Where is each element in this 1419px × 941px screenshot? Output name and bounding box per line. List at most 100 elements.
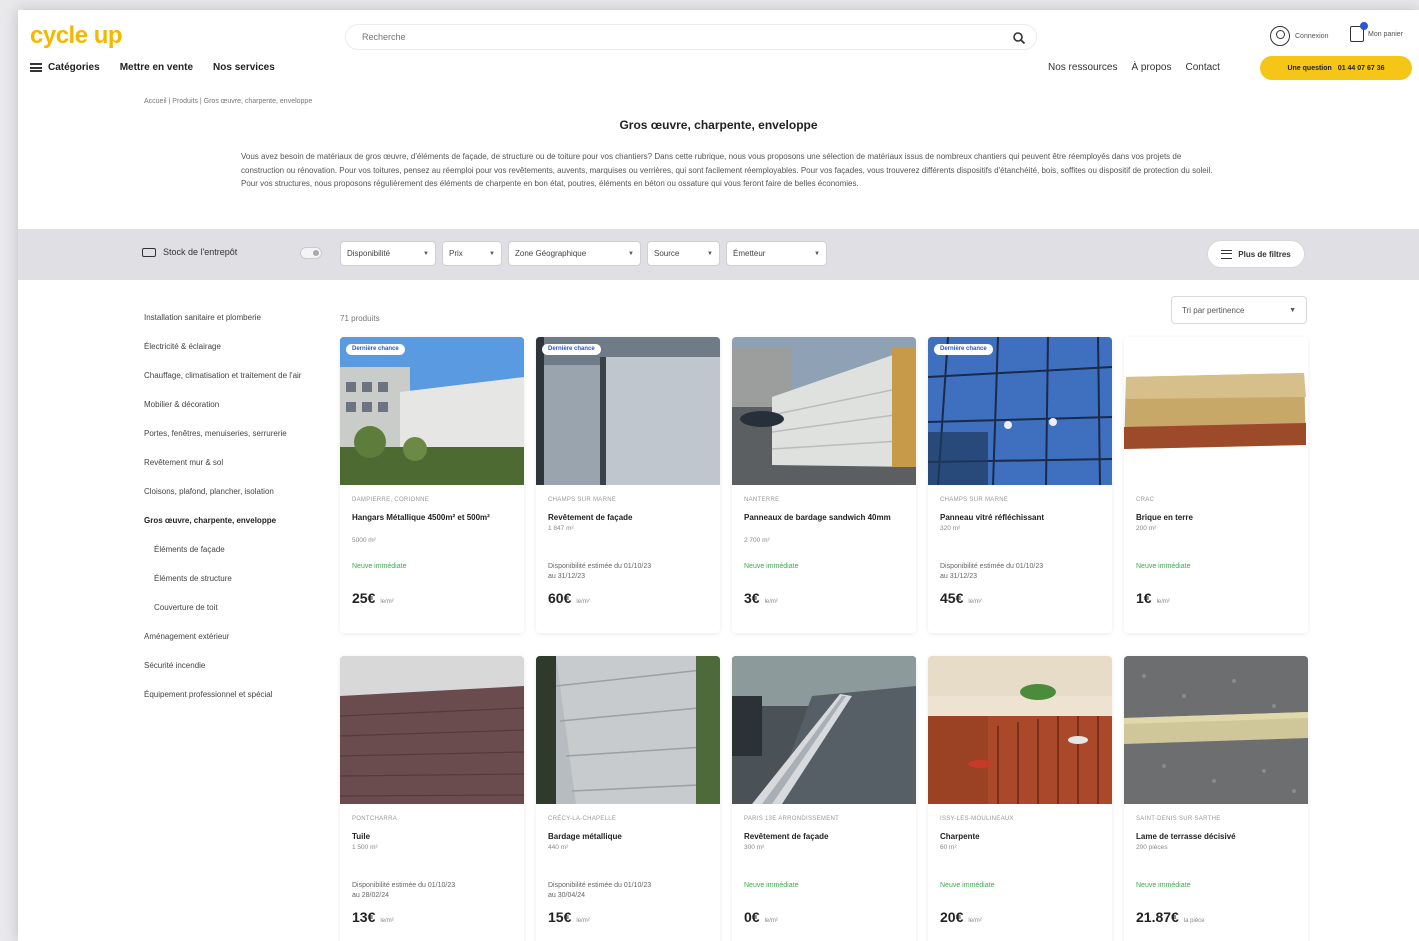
product-image[interactable] — [1124, 337, 1308, 485]
product-availability: Disponibilité estimée du 01/10/23 au 31/… — [548, 563, 652, 580]
product-name[interactable]: Panneaux de bardage sandwich 40mm — [744, 512, 904, 523]
product-card[interactable]: CRÉCY-LA-CHAPELLE Bardage métallique 440… — [536, 656, 720, 941]
breadcrumb[interactable]: Accueil | Produits | Gros œuvre, charpen… — [144, 98, 312, 105]
product-name[interactable]: Tuile — [352, 831, 512, 842]
account-button[interactable]: Connexion — [1270, 26, 1328, 46]
product-image[interactable]: Dernière chance — [340, 337, 524, 485]
product-name[interactable]: Brique en terre — [1136, 512, 1296, 523]
logo[interactable]: cycle up — [30, 22, 123, 50]
sidebar-item[interactable]: Sécurité incendie — [144, 660, 329, 671]
sidebar-item[interactable]: Aménagement extérieur — [144, 631, 329, 642]
product-photo — [340, 337, 524, 485]
sidebar-item[interactable]: Revêtement mur & sol — [144, 457, 329, 468]
bag-icon — [1350, 22, 1368, 42]
filter-emitter[interactable]: Émetteur ▼ — [726, 241, 827, 266]
product-image[interactable] — [928, 656, 1112, 804]
product-name[interactable]: Panneau vitré réfléchissant — [940, 512, 1100, 523]
sidebar-item-active[interactable]: Gros œuvre, charpente, enveloppe — [144, 515, 329, 526]
nav-services[interactable]: Nos services — [213, 62, 275, 73]
search-icon[interactable] — [1012, 31, 1026, 45]
price-unit: le/m² — [1156, 599, 1170, 605]
cart-button[interactable]: Mon panier — [1350, 22, 1403, 42]
product-location: CRAC — [1136, 497, 1155, 503]
product-card[interactable]: Dernière chance CHAMPS SUR MARNE Panneau… — [928, 337, 1112, 633]
more-filters-button[interactable]: Plus de filtres — [1207, 240, 1305, 268]
filter-label: Prix — [449, 249, 463, 258]
sidebar-item[interactable]: Équipement professionnel et spécial — [144, 689, 329, 700]
sidebar-subitem[interactable]: Éléments de structure — [144, 573, 329, 584]
product-card[interactable]: CRAC Brique en terre 200 m² Neuve immédi… — [1124, 337, 1308, 633]
price-value: 20€ — [940, 909, 964, 925]
sidebar-item[interactable]: Chauffage, climatisation et traitement d… — [144, 370, 329, 381]
product-card[interactable]: Dernière chance DAMPIERRE, CORIONNE Hang… — [340, 337, 524, 633]
sidebar-subitem[interactable]: Éléments de façade — [144, 544, 329, 555]
product-image[interactable] — [732, 656, 916, 804]
price-unit: le/m² — [576, 918, 590, 924]
product-price: 1€ le/m² — [1136, 590, 1170, 606]
product-image[interactable] — [340, 656, 524, 804]
chevron-down-icon: ▼ — [707, 250, 713, 257]
product-image[interactable] — [732, 337, 916, 485]
product-image[interactable] — [1124, 656, 1308, 804]
sliders-icon — [1221, 249, 1233, 259]
sidebar-subitem[interactable]: Couverture de toit — [144, 602, 329, 613]
category-sidebar: Installation sanitaire et plomberie Élec… — [144, 312, 329, 700]
nav-sell[interactable]: Mettre en vente — [120, 62, 193, 73]
product-card[interactable]: ISSY-LES-MOULINEAUX Charpente 60 m² Neuv… — [928, 656, 1112, 941]
nav-categories-label: Catégories — [48, 62, 100, 73]
filter-zone[interactable]: Zone Géographique ▼ — [508, 241, 641, 266]
stock-toggle[interactable] — [300, 247, 322, 259]
price-unit: le/m² — [576, 599, 590, 605]
filter-price[interactable]: Prix ▼ — [442, 241, 502, 266]
product-card[interactable]: SAINT-DENIS SUR SARTHE Lame de terrasse … — [1124, 656, 1308, 941]
product-image[interactable]: Dernière chance — [928, 337, 1112, 485]
nav-categories[interactable]: Catégories — [30, 62, 100, 73]
product-name[interactable]: Lame de terrasse décisivé — [1136, 831, 1296, 842]
nav-about[interactable]: À propos — [1131, 62, 1171, 73]
question-cta-button[interactable]: Une question 01 44 07 67 36 — [1260, 56, 1412, 80]
product-image[interactable] — [536, 656, 720, 804]
search-input[interactable] — [362, 32, 962, 42]
product-name[interactable]: Charpente — [940, 831, 1100, 842]
product-name[interactable]: Revêtement de façade — [548, 512, 708, 523]
price-value: 3€ — [744, 590, 760, 606]
product-location: CHAMPS SUR MARNE — [548, 497, 617, 503]
sidebar-item[interactable]: Cloisons, plafond, plancher, isolation — [144, 486, 329, 497]
product-quantity: 1 500 m² — [352, 844, 378, 851]
user-icon — [1270, 26, 1290, 46]
price-value: 25€ — [352, 590, 376, 606]
sidebar-item[interactable]: Électricité & éclairage — [144, 341, 329, 352]
product-card[interactable]: NANTERRE Panneaux de bardage sandwich 40… — [732, 337, 916, 633]
product-card[interactable]: PARIS 13E ARRONDISSEMENT Revêtement de f… — [732, 656, 916, 941]
product-location: PONTCHARRA — [352, 816, 398, 822]
filter-source[interactable]: Source ▼ — [647, 241, 720, 266]
product-card[interactable]: Dernière chance CHAMPS SUR MARNE Revêtem… — [536, 337, 720, 633]
price-value: 15€ — [548, 909, 572, 925]
product-photo — [536, 656, 720, 804]
product-availability: Neuve immédiate — [1136, 563, 1191, 570]
nav-contact[interactable]: Contact — [1186, 62, 1220, 73]
product-name[interactable]: Revêtement de façade — [744, 831, 904, 842]
stock-label: Stock de l'entrepôt — [163, 247, 238, 257]
product-card[interactable]: PONTCHARRA Tuile 1 500 m² Disponibilité … — [340, 656, 524, 941]
product-photo — [340, 656, 524, 804]
sidebar-item[interactable]: Portes, fenêtres, menuiseries, serrureri… — [144, 428, 329, 439]
product-location: CHAMPS SUR MARNE — [940, 497, 1009, 503]
product-count: 71 produits — [340, 314, 380, 323]
product-quantity: 60 m² — [940, 844, 957, 851]
product-photo — [732, 337, 916, 485]
header: cycle up Connexion Mon panier Catégories… — [18, 10, 1419, 95]
nav-resources[interactable]: Nos ressources — [1048, 62, 1117, 73]
price-value: 45€ — [940, 590, 964, 606]
product-quantity: 440 m² — [548, 844, 569, 851]
main-nav: Catégories Mettre en vente Nos services — [30, 62, 275, 73]
sidebar-item[interactable]: Installation sanitaire et plomberie — [144, 312, 329, 323]
product-name[interactable]: Hangars Métallique 4500m² et 500m² — [352, 512, 512, 523]
sidebar-item[interactable]: Mobilier & décoration — [144, 399, 329, 410]
search-bar[interactable] — [345, 24, 1037, 50]
filter-availability[interactable]: Disponibilité ▼ — [340, 241, 436, 266]
sort-select[interactable]: Tri par pertinence ▼ — [1171, 296, 1307, 324]
price-value: 0€ — [744, 909, 760, 925]
product-name[interactable]: Bardage métallique — [548, 831, 708, 842]
product-image[interactable]: Dernière chance — [536, 337, 720, 485]
